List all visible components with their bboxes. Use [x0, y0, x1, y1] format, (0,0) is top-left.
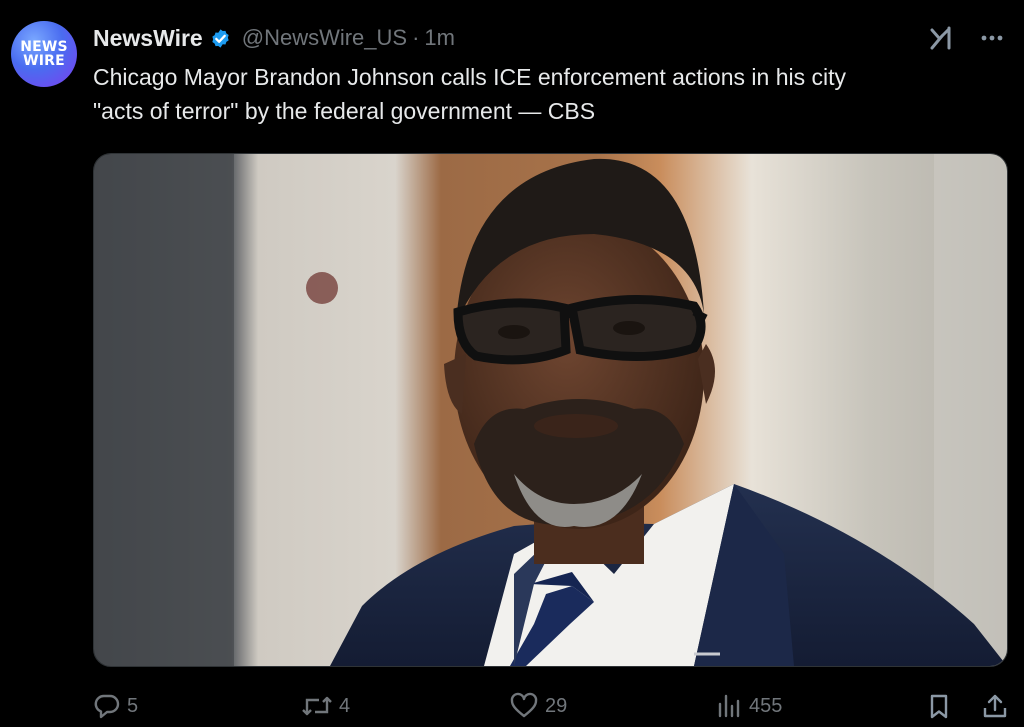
timestamp[interactable]: 1m [424, 25, 455, 51]
post-top-actions [928, 24, 1006, 52]
views-icon [715, 692, 743, 720]
avatar[interactable]: NEWS WIRE [11, 21, 77, 87]
repost-button[interactable]: 4 [301, 690, 350, 722]
reply-button[interactable]: 5 [93, 690, 138, 722]
more-icon[interactable] [978, 24, 1006, 52]
reply-icon [93, 692, 121, 720]
bookmark-button[interactable] [925, 690, 953, 722]
repost-count: 4 [339, 694, 351, 717]
handle[interactable]: @NewsWire_US [242, 25, 407, 51]
like-button[interactable]: 29 [509, 690, 567, 722]
post-text: Chicago Mayor Brandon Johnson calls ICE … [93, 60, 1008, 128]
avatar-line-1: NEWS [20, 39, 68, 55]
share-button[interactable] [981, 690, 1009, 722]
post-media-photo[interactable] [93, 153, 1008, 667]
heart-icon [509, 692, 539, 720]
post-text-line-1: Chicago Mayor Brandon Johnson calls ICE … [93, 64, 846, 90]
verified-badge-icon[interactable] [209, 27, 232, 50]
post-header: NewsWire @NewsWire_US · 1m [93, 24, 455, 52]
display-name[interactable]: NewsWire [93, 25, 203, 52]
repost-icon [301, 692, 333, 720]
views-count: 455 [749, 694, 783, 717]
avatar-line-2: WIRE [23, 53, 65, 69]
share-icon [981, 692, 1009, 720]
like-count: 29 [545, 694, 568, 717]
action-bar: 5 4 29 455 [93, 690, 1009, 722]
separator-dot: · [412, 25, 420, 50]
grok-icon[interactable] [928, 24, 956, 52]
reply-count: 5 [127, 694, 139, 717]
views-button[interactable]: 455 [715, 690, 782, 722]
post-text-line-2: "acts of terror" by the federal governme… [93, 98, 596, 124]
bookmark-icon [925, 692, 953, 720]
